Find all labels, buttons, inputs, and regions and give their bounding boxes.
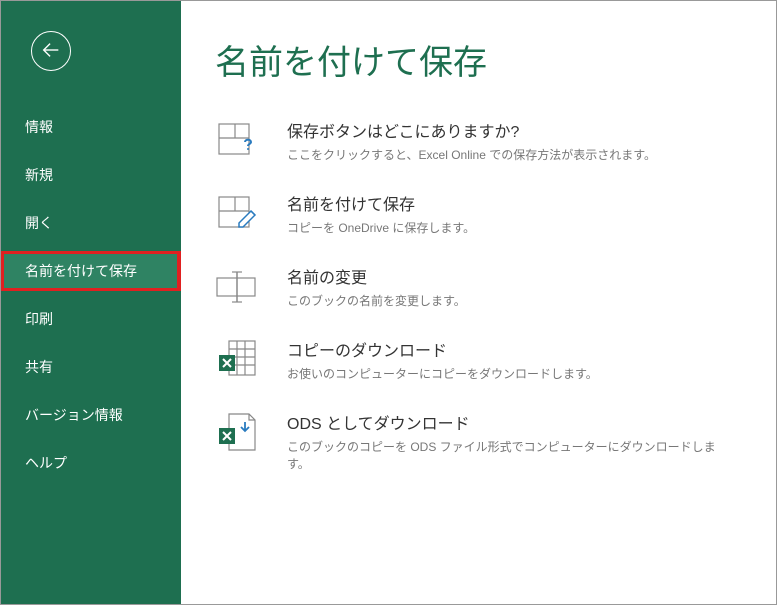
option-desc: コピーを OneDrive に保存します。 [287, 219, 475, 236]
option-title: 保存ボタンはどこにありますか? [287, 118, 656, 142]
option-title: ODS としてダウンロード [287, 410, 736, 434]
sidebar-item-help[interactable]: ヘルプ [1, 443, 181, 483]
option-desc: このブックの名前を変更します。 [287, 292, 466, 309]
option-save-as[interactable]: 名前を付けて保存 コピーを OneDrive に保存します。 [215, 191, 736, 236]
backstage-sidebar: 情報 新規 開く 名前を付けて保存 印刷 共有 バージョン情報 ヘルプ [1, 1, 181, 604]
option-title: コピーのダウンロード [287, 337, 598, 361]
sidebar-item-info[interactable]: 情報 [1, 107, 181, 147]
sidebar-item-print[interactable]: 印刷 [1, 299, 181, 339]
where-is-save-icon [215, 118, 259, 162]
sidebar-item-save-as[interactable]: 名前を付けて保存 [1, 251, 181, 291]
sidebar-menu: 情報 新規 開く 名前を付けて保存 印刷 共有 バージョン情報 ヘルプ [1, 107, 181, 491]
back-button[interactable] [31, 31, 71, 71]
save-as-icon [215, 191, 259, 235]
option-title: 名前を付けて保存 [287, 191, 475, 215]
sidebar-item-new[interactable]: 新規 [1, 155, 181, 195]
option-where-is-save[interactable]: 保存ボタンはどこにありますか? ここをクリックすると、Excel Online … [215, 118, 736, 163]
download-ods-icon [215, 410, 259, 454]
download-copy-icon [215, 337, 259, 381]
sidebar-item-share[interactable]: 共有 [1, 347, 181, 387]
option-download-copy[interactable]: コピーのダウンロード お使いのコンピューターにコピーをダウンロードします。 [215, 337, 736, 382]
page-title: 名前を付けて保存 [215, 35, 736, 84]
option-title: 名前の変更 [287, 264, 466, 288]
option-download-ods[interactable]: ODS としてダウンロード このブックのコピーを ODS ファイル形式でコンピュ… [215, 410, 736, 472]
rename-icon [215, 264, 259, 308]
main-content: 名前を付けて保存 保存ボタンはどこにありますか? ここをクリックすると、Exce… [181, 1, 776, 604]
option-desc: このブックのコピーを ODS ファイル形式でコンピューターにダウンロードします。 [287, 438, 736, 472]
option-rename[interactable]: 名前の変更 このブックの名前を変更します。 [215, 264, 736, 309]
back-arrow-icon [40, 39, 62, 64]
option-desc: お使いのコンピューターにコピーをダウンロードします。 [287, 365, 598, 382]
option-desc: ここをクリックすると、Excel Online での保存方法が表示されます。 [287, 146, 656, 163]
sidebar-item-open[interactable]: 開く [1, 203, 181, 243]
sidebar-item-about[interactable]: バージョン情報 [1, 395, 181, 435]
